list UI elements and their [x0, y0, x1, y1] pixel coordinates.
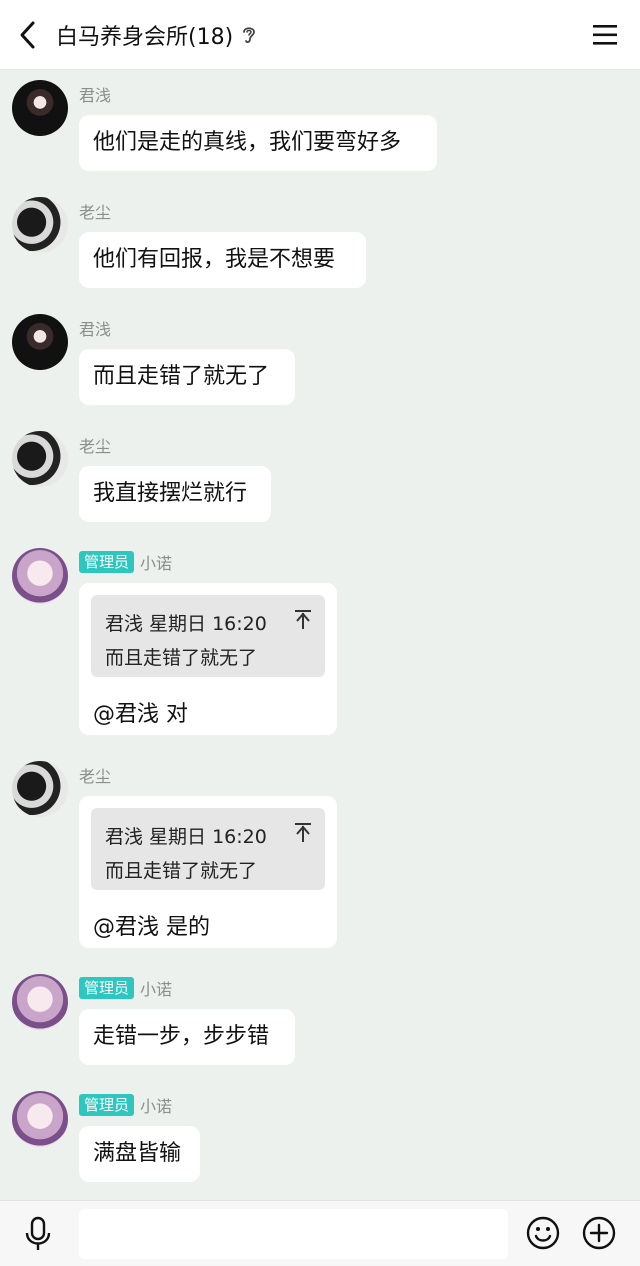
microphone-icon — [25, 1216, 51, 1250]
avatar[interactable] — [12, 431, 68, 487]
message-text: 而且走错了就无了 — [93, 364, 270, 389]
sender-name: 小诺 — [140, 554, 173, 573]
chat-header: 白马养身会所(18) — [0, 0, 640, 70]
quote-header: 君浅 星期日 16:20 — [105, 613, 267, 635]
message-input[interactable] — [79, 1209, 508, 1259]
input-bar — [0, 1200, 640, 1266]
sender-line: 老尘 — [79, 433, 111, 457]
sender-line: 君浅 — [79, 316, 111, 340]
sender-line: 管理员 小诺 — [79, 550, 172, 574]
avatar[interactable] — [12, 80, 68, 136]
admin-badge: 管理员 — [79, 977, 135, 999]
quote-text: 而且走错了就无了 — [105, 860, 258, 882]
chat-title-area[interactable]: 白马养身会所(18) — [56, 18, 259, 52]
jump-to-top-icon[interactable] — [293, 822, 313, 844]
message-text: @君浅 对 — [93, 702, 188, 727]
message-bubble[interactable]: 他们有回报，我是不想要 — [79, 232, 366, 288]
sender-line: 管理员 小诺 — [79, 1093, 172, 1117]
ear-icon — [241, 24, 259, 46]
voice-button[interactable] — [20, 1215, 56, 1253]
message-bubble[interactable]: 他们是走的真线，我们要弯好多 — [79, 115, 437, 171]
more-button[interactable] — [581, 1215, 617, 1251]
emoji-smile-icon — [526, 1216, 560, 1250]
jump-to-top-icon[interactable] — [293, 609, 313, 631]
sender-line: 老尘 — [79, 763, 111, 787]
menu-button[interactable] — [590, 20, 620, 50]
sender-line: 君浅 — [79, 82, 111, 106]
hamburger-menu-icon — [593, 25, 617, 45]
sender-name: 君浅 — [79, 320, 112, 339]
message-item: 老尘 我直接摆烂就行 — [0, 431, 640, 531]
message-bubble[interactable]: 我直接摆烂就行 — [79, 466, 271, 522]
sender-name: 君浅 — [79, 86, 112, 105]
avatar[interactable] — [12, 1091, 68, 1147]
message-item: 管理员 小诺 满盘皆输 — [0, 1091, 640, 1191]
sender-name: 老尘 — [79, 203, 112, 222]
avatar[interactable] — [12, 761, 68, 817]
avatar[interactable] — [12, 197, 68, 253]
sender-name: 老尘 — [79, 437, 112, 456]
chevron-left-icon — [20, 21, 35, 49]
sender-name: 小诺 — [140, 1097, 173, 1116]
message-text: 他们是走的真线，我们要弯好多 — [93, 130, 402, 155]
sender-name: 老尘 — [79, 767, 112, 786]
quote-header: 君浅 星期日 16:20 — [105, 826, 267, 848]
quote-text: 而且走错了就无了 — [105, 647, 258, 669]
chat-title: 白马养身会所(18) — [56, 25, 234, 50]
message-text: 满盘皆输 — [93, 1141, 182, 1166]
message-text: 他们有回报，我是不想要 — [93, 247, 336, 272]
sender-name: 小诺 — [140, 980, 173, 999]
message-bubble[interactable]: 君浅 星期日 16:20 而且走错了就无了 @君浅 对 — [79, 583, 337, 735]
avatar[interactable] — [12, 314, 68, 370]
quoted-message[interactable]: 君浅 星期日 16:20 而且走错了就无了 — [91, 595, 325, 677]
message-item: 君浅 他们是走的真线，我们要弯好多 — [0, 80, 640, 180]
message-item: 老尘 他们有回报，我是不想要 — [0, 197, 640, 297]
message-text: 走错一步，步步错 — [93, 1024, 270, 1049]
emoji-button[interactable] — [525, 1215, 561, 1251]
admin-badge: 管理员 — [79, 1094, 135, 1116]
sender-line: 老尘 — [79, 199, 111, 223]
plus-circle-icon — [582, 1216, 616, 1250]
back-button[interactable] — [10, 16, 46, 54]
message-text: @君浅 是的 — [93, 915, 210, 940]
message-item: 老尘 君浅 星期日 16:20 而且走错了就无了 @君浅 是的 — [0, 761, 640, 961]
admin-badge: 管理员 — [79, 551, 135, 573]
message-bubble[interactable]: 满盘皆输 — [79, 1126, 200, 1182]
quoted-message[interactable]: 君浅 星期日 16:20 而且走错了就无了 — [91, 808, 325, 890]
message-item: 君浅 而且走错了就无了 — [0, 314, 640, 414]
message-item: 管理员 小诺 君浅 星期日 16:20 而且走错了就无了 @君浅 对 — [0, 548, 640, 748]
sender-line: 管理员 小诺 — [79, 976, 172, 1000]
message-bubble[interactable]: 而且走错了就无了 — [79, 349, 295, 405]
chat-area[interactable]: 君浅 他们是走的真线，我们要弯好多 老尘 他们有回报，我是不想要 君浅 而且走错… — [0, 70, 640, 1200]
avatar[interactable] — [12, 548, 68, 604]
message-text: 我直接摆烂就行 — [93, 481, 248, 506]
message-item: 管理员 小诺 走错一步，步步错 — [0, 974, 640, 1074]
avatar[interactable] — [12, 974, 68, 1030]
message-bubble[interactable]: 君浅 星期日 16:20 而且走错了就无了 @君浅 是的 — [79, 796, 337, 948]
message-bubble[interactable]: 走错一步，步步错 — [79, 1009, 295, 1065]
